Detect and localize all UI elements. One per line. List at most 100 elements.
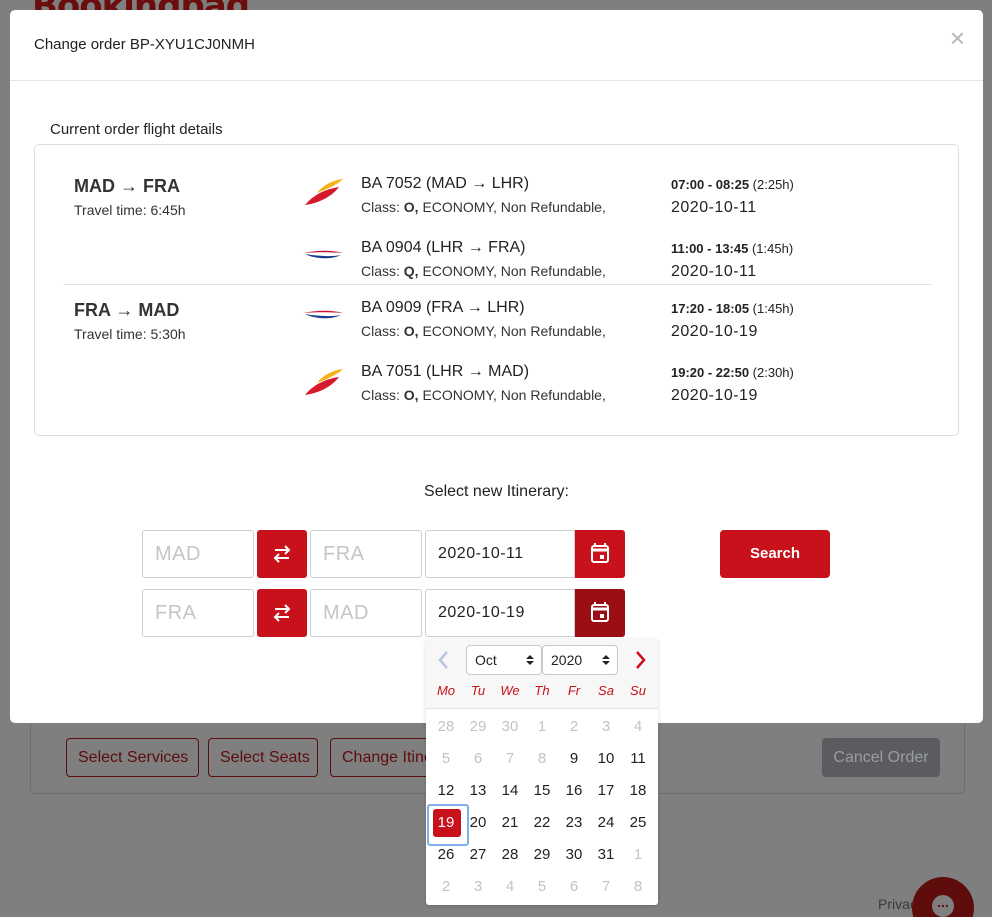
new-itinerary-heading: Select new Itinerary:: [424, 483, 569, 500]
calendar-day[interactable]: 18: [622, 775, 654, 807]
origin-input[interactable]: FRA: [142, 589, 254, 637]
calendar-day[interactable]: 30: [558, 839, 590, 871]
calendar-day[interactable]: 14: [494, 775, 526, 807]
calendar-day[interactable]: 28: [430, 711, 462, 743]
weekday-label: Th: [534, 683, 550, 698]
calendar-day[interactable]: 6: [462, 743, 494, 775]
calendar-day[interactable]: 26: [430, 839, 462, 871]
calendar-day[interactable]: 9: [558, 743, 590, 775]
current-order-heading: Current order flight details: [50, 121, 223, 138]
calendar-day[interactable]: 12: [430, 775, 462, 807]
calendar-day[interactable]: 4: [622, 711, 654, 743]
calendar-day[interactable]: 8: [622, 871, 654, 903]
weekday-label: Fr: [567, 683, 581, 698]
calendar-day[interactable]: 25: [622, 807, 654, 839]
chevron-right-icon[interactable]: [630, 649, 650, 671]
calendar-day[interactable]: 28: [494, 839, 526, 871]
calendar-day[interactable]: 5: [526, 871, 558, 903]
flight-number: BA 7051 (LHR → MAD): [361, 363, 530, 380]
origin-input[interactable]: MAD: [142, 530, 254, 578]
datepicker-header: Oct 2020 Mo Tu We Th Fr Sa Su: [426, 639, 658, 709]
calendar-day-selected[interactable]: 19: [427, 804, 469, 846]
calendar-day[interactable]: 29: [526, 839, 558, 871]
calendar-day[interactable]: 1: [622, 839, 654, 871]
swap-button[interactable]: [257, 589, 307, 637]
calendar-day[interactable]: 31: [590, 839, 622, 871]
month-select-value: Oct: [475, 652, 497, 668]
modal-header: Change order BP-XYU1CJ0NMH ×: [10, 10, 983, 81]
cancel-order-button[interactable]: Cancel Order: [822, 738, 940, 777]
calendar-day[interactable]: 2: [430, 871, 462, 903]
calendar-button[interactable]: [575, 589, 625, 637]
calendar-day[interactable]: 13: [462, 775, 494, 807]
calendar-day[interactable]: 7: [590, 871, 622, 903]
calendar-day[interactable]: 20: [462, 807, 494, 839]
calendar-day[interactable]: 1: [526, 711, 558, 743]
flight-class: Class: O, ECONOMY, Non Refundable,: [361, 199, 606, 215]
calendar-button[interactable]: [575, 530, 625, 578]
flight-date: 2020-10-11: [671, 263, 757, 280]
calendar-day[interactable]: 24: [590, 807, 622, 839]
journey-divider: [63, 284, 932, 285]
calendar-day[interactable]: 8: [526, 743, 558, 775]
destination-input[interactable]: MAD: [310, 589, 422, 637]
calendar-day[interactable]: 27: [462, 839, 494, 871]
month-select[interactable]: Oct: [466, 645, 542, 675]
calendar-day[interactable]: 21: [494, 807, 526, 839]
calendar-icon: [591, 602, 609, 622]
flight-time: 19:20 - 22:50 (2:30h): [671, 365, 794, 380]
journey-route: MAD → FRA: [74, 176, 180, 196]
flight-class: Class: O, ECONOMY, Non Refundable,: [361, 387, 606, 403]
calendar-day[interactable]: 15: [526, 775, 558, 807]
change-order-modal: Change order BP-XYU1CJ0NMH × Current ord…: [10, 10, 983, 723]
calendar-day[interactable]: 4: [494, 871, 526, 903]
calendar-day[interactable]: 29: [462, 711, 494, 743]
calendar-day[interactable]: 3: [462, 871, 494, 903]
weekday-label: Mo: [436, 683, 456, 698]
calendar-day[interactable]: 10: [590, 743, 622, 775]
flight-number: BA 0909 (FRA → LHR): [361, 299, 525, 316]
british-airways-logo-icon: [303, 250, 343, 259]
select-caret-icon: [602, 655, 610, 665]
flight-time: 17:20 - 18:05 (1:45h): [671, 301, 794, 316]
select-services-button[interactable]: Select Services: [66, 738, 199, 777]
calendar-day[interactable]: 23: [558, 807, 590, 839]
select-seats-button[interactable]: Select Seats: [208, 738, 318, 777]
calendar-day[interactable]: 6: [558, 871, 590, 903]
calendar-day[interactable]: 17: [590, 775, 622, 807]
flight-date: 2020-10-19: [671, 387, 758, 404]
date-input[interactable]: 2020-10-11: [425, 530, 575, 578]
calendar-day[interactable]: 11: [622, 743, 654, 775]
destination-input[interactable]: FRA: [310, 530, 422, 578]
current-flights-panel: MAD → FRA Travel time: 6:45h BA 7052 (MA…: [34, 144, 959, 436]
chat-dots-icon: ...: [932, 895, 954, 917]
chevron-left-icon[interactable]: [434, 649, 454, 671]
iberia-logo-icon: [305, 369, 343, 395]
date-input[interactable]: 2020-10-19: [425, 589, 575, 637]
iberia-logo-icon: [305, 179, 343, 205]
calendar-day[interactable]: 16: [558, 775, 590, 807]
calendar-day[interactable]: 2: [558, 711, 590, 743]
calendar-day[interactable]: 30: [494, 711, 526, 743]
british-airways-logo-icon: [303, 310, 343, 319]
swap-button[interactable]: [257, 530, 307, 578]
flight-number: BA 0904 (LHR → FRA): [361, 239, 526, 256]
search-button[interactable]: Search: [720, 530, 830, 578]
journey-travel-time: Travel time: 6:45h: [74, 202, 186, 218]
calendar-day[interactable]: 22: [526, 807, 558, 839]
calendar-day[interactable]: 5: [430, 743, 462, 775]
calendar-day[interactable]: 3: [590, 711, 622, 743]
chat-button[interactable]: ...: [912, 877, 974, 917]
datepicker-days: 28 29 30 1 2 3 4 5 6 7 8 9 10 11 12 13 14 15 16 17 18 19 20 21 2…: [427, 711, 654, 903]
flight-date: 2020-10-19: [671, 323, 758, 340]
weekday-label: We: [500, 683, 520, 698]
flight-class: Class: O, ECONOMY, Non Refundable,: [361, 323, 606, 339]
datepicker: Oct 2020 Mo Tu We Th Fr Sa Su 28 29 30 1 2 3 4…: [426, 639, 658, 905]
year-select-value: 2020: [551, 652, 583, 668]
calendar-day-label: 19: [437, 814, 455, 831]
close-icon[interactable]: ×: [950, 25, 965, 51]
change-itinerary-button[interactable]: Change Itine: [330, 738, 430, 777]
swap-arrows-icon: [273, 545, 291, 563]
calendar-day[interactable]: 7: [494, 743, 526, 775]
year-select[interactable]: 2020: [542, 645, 618, 675]
